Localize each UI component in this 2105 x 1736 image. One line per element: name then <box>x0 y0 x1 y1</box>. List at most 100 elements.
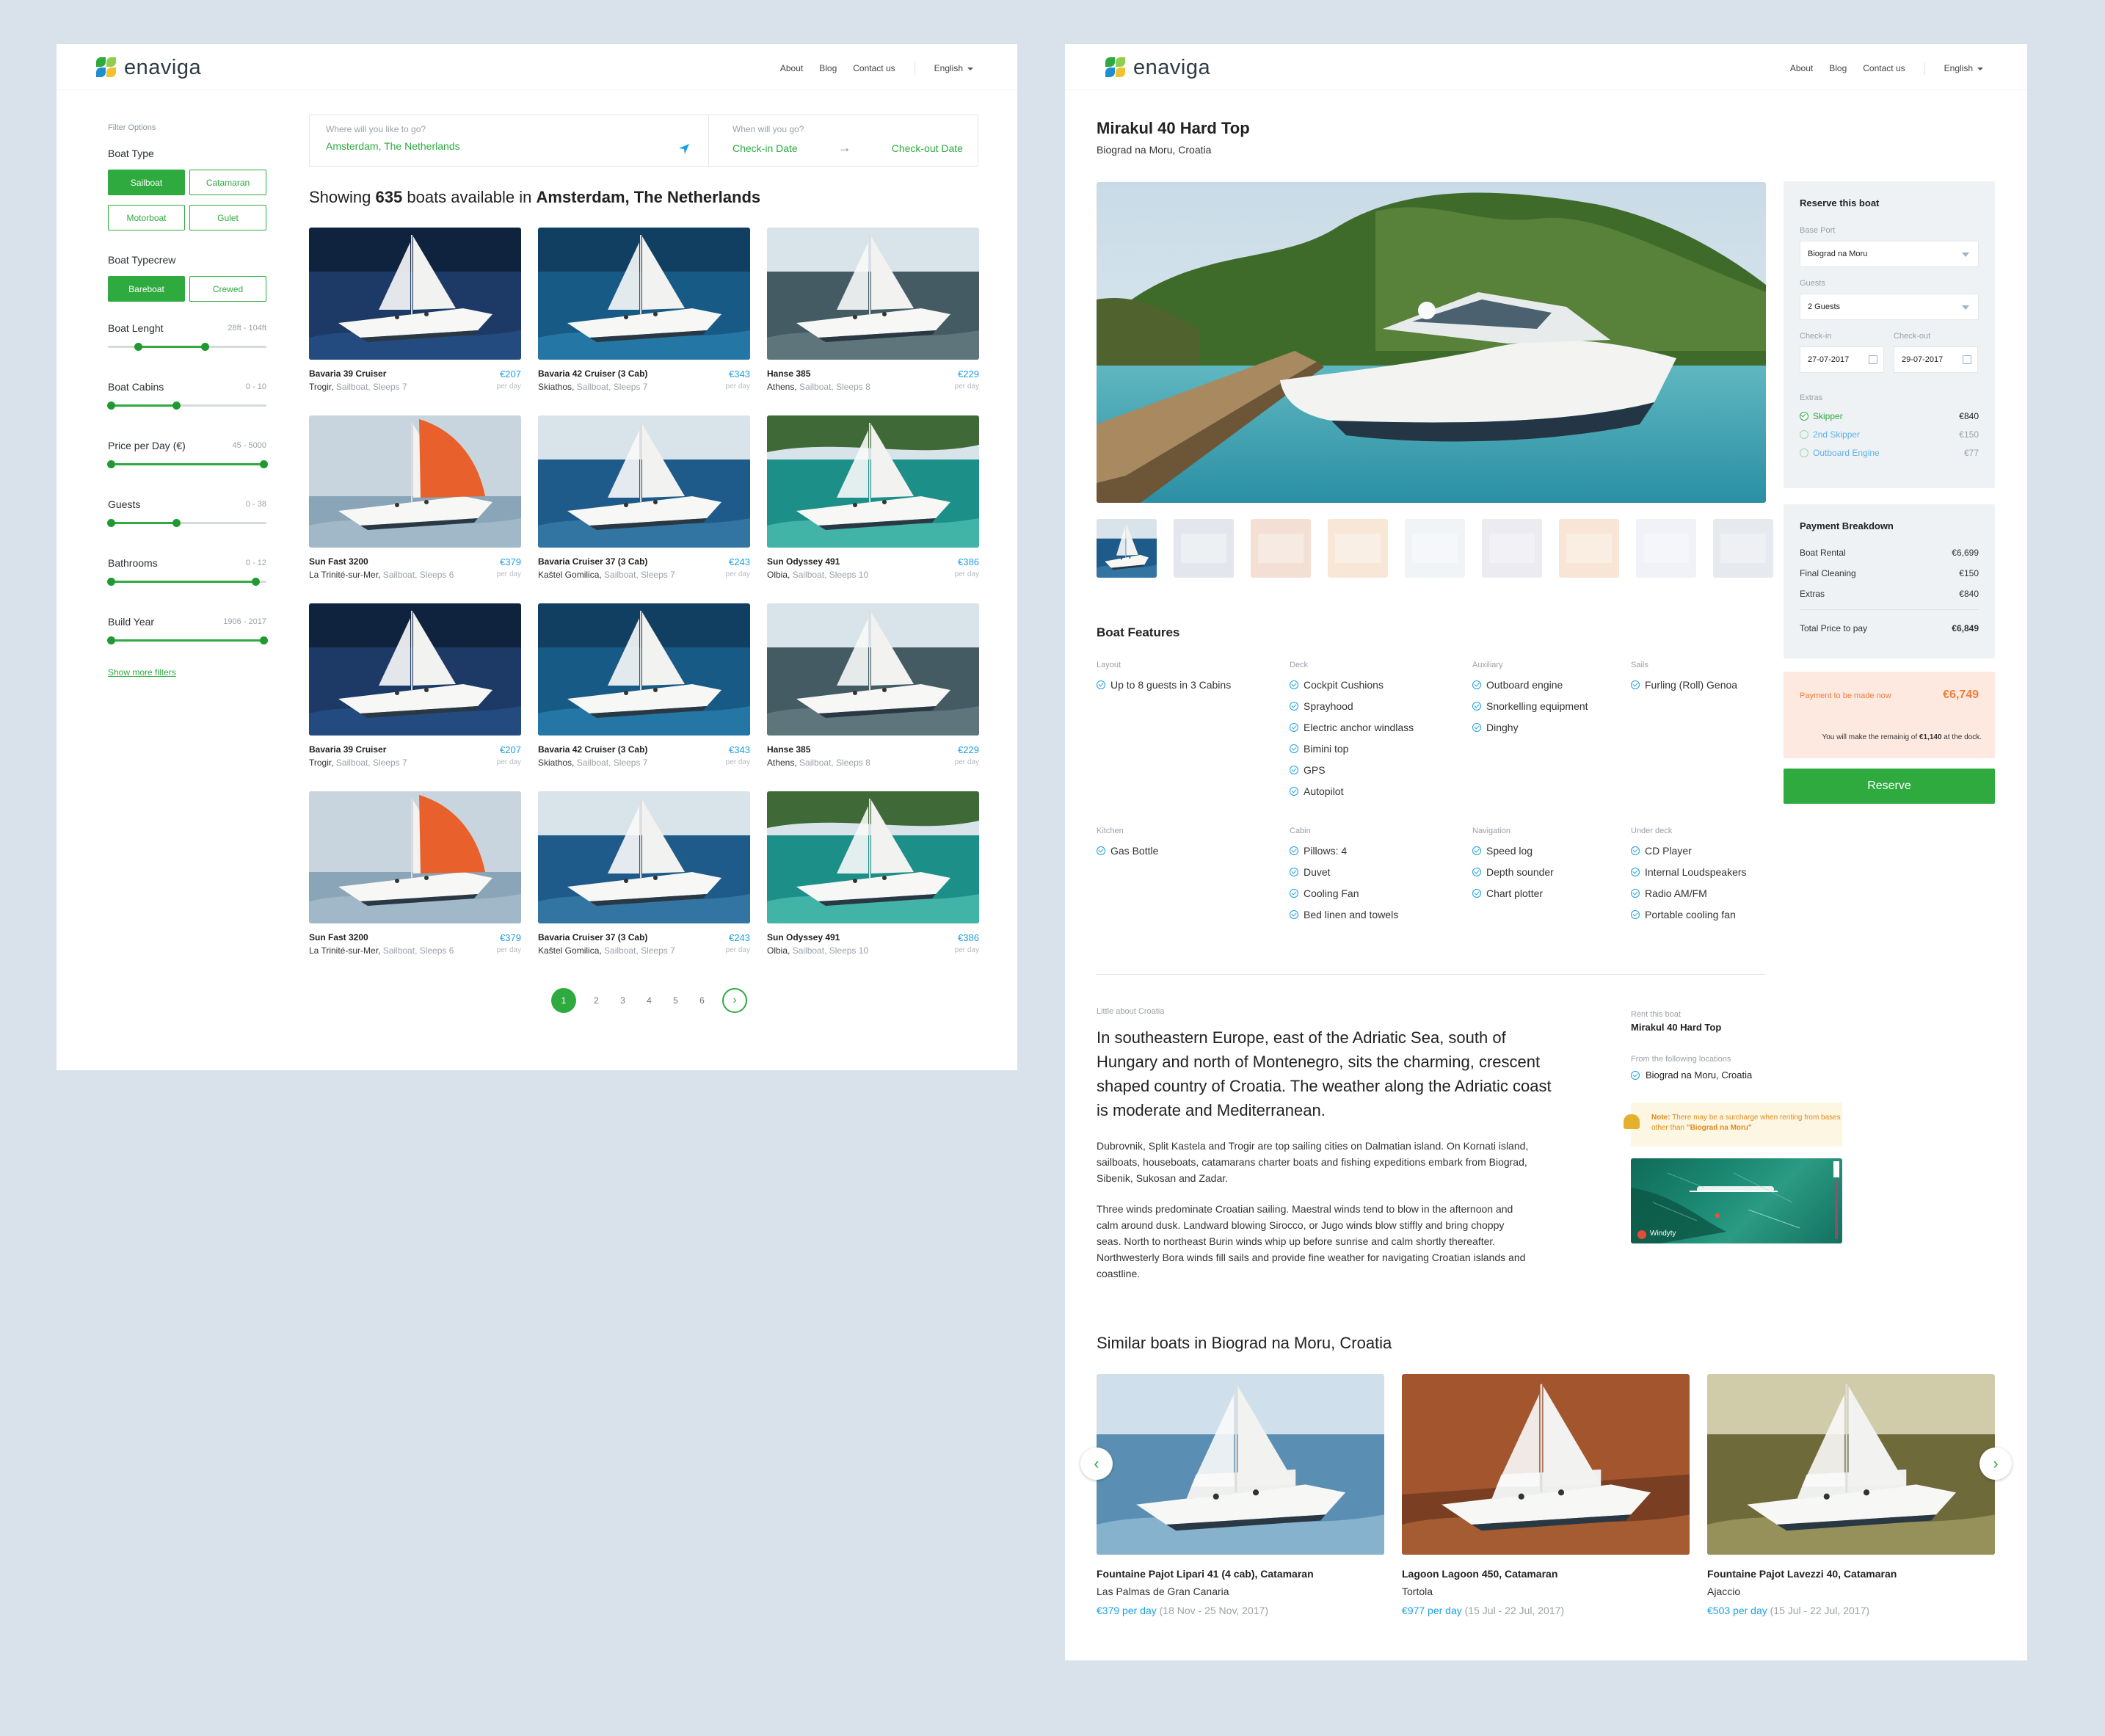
page-5[interactable]: 5 <box>669 995 682 1006</box>
boat-name[interactable]: Bavaria 42 Cruiser (3 Cab) <box>538 744 647 755</box>
boat-photo[interactable] <box>309 415 521 548</box>
carousel-next-button[interactable]: › <box>1979 1448 2012 1480</box>
slider-handle-min[interactable] <box>107 460 116 468</box>
similar-boat-card[interactable]: Fountaine Pajot Lavezzi 40, Catamaran Aj… <box>1707 1374 1995 1616</box>
nav-contact[interactable]: Contact us <box>1863 63 1905 73</box>
boat-name[interactable]: Sun Odyssey 491 <box>767 932 868 943</box>
boat-photo[interactable] <box>538 603 750 736</box>
similar-boat-card[interactable]: Fountaine Pajot Lipari 41 (4 cab), Catam… <box>1097 1374 1384 1616</box>
page-1[interactable]: 1 <box>551 988 576 1013</box>
photo-thumbnail[interactable] <box>1097 519 1157 578</box>
slider-handle-max[interactable] <box>200 343 209 351</box>
chip-gulet[interactable]: Gulet <box>189 205 266 230</box>
similar-boat-name[interactable]: Fountaine Pajot Lipari 41 (4 cab), Catam… <box>1097 1568 1384 1580</box>
extra-option[interactable]: 2nd Skipper €150 <box>1800 429 1979 440</box>
range-slider[interactable] <box>107 460 268 468</box>
location-arrow-icon[interactable] <box>678 143 690 155</box>
boat-photo[interactable] <box>538 415 750 548</box>
carousel-prev-button[interactable]: ‹ <box>1080 1448 1113 1480</box>
show-more-filters-link[interactable]: Show more filters <box>108 667 266 678</box>
photo-thumbnail[interactable] <box>1405 519 1465 578</box>
boat-card[interactable]: Bavaria 39 Cruiser Trogir, Sailboat, Sle… <box>309 603 521 791</box>
checkin-input[interactable]: 27-07-2017 <box>1800 346 1884 373</box>
page-3[interactable]: 3 <box>617 995 629 1006</box>
boat-card[interactable]: Bavaria Cruiser 37 (3 Cab) Kaštel Gomili… <box>538 791 750 979</box>
nav-about[interactable]: About <box>780 63 803 73</box>
boat-photo[interactable] <box>767 791 979 923</box>
nav-contact[interactable]: Contact us <box>853 63 895 73</box>
boat-card[interactable]: Bavaria 42 Cruiser (3 Cab) Skiathos, Sai… <box>538 228 750 415</box>
slider-handle-max[interactable] <box>259 636 268 644</box>
similar-boat-name[interactable]: Lagoon Lagoon 450, Catamaran <box>1402 1568 1690 1580</box>
destination-input[interactable]: Amsterdam, The Netherlands <box>326 140 708 152</box>
boat-photo[interactable] <box>767 603 979 736</box>
boat-card[interactable]: Sun Odyssey 491 Olbia, Sailboat, Sleeps … <box>767 415 979 603</box>
boat-card[interactable]: Sun Fast 3200 La Trinité-sur-Mer, Sailbo… <box>309 415 521 603</box>
similar-boat-card[interactable]: Lagoon Lagoon 450, Catamaran Tortola €97… <box>1402 1374 1690 1616</box>
photo-thumbnail[interactable] <box>1482 519 1542 578</box>
boat-name[interactable]: Bavaria 39 Cruiser <box>309 744 407 755</box>
extra-option[interactable]: Skipper €840 <box>1800 411 1979 421</box>
base-port-select[interactable]: Biograd na Moru <box>1800 241 1979 267</box>
language-select[interactable]: English <box>1944 63 1983 73</box>
boat-photo[interactable] <box>767 415 979 548</box>
boat-name[interactable]: Sun Fast 3200 <box>309 932 454 943</box>
boat-card[interactable]: Bavaria 39 Cruiser Trogir, Sailboat, Sle… <box>309 228 521 415</box>
range-slider[interactable] <box>107 402 266 410</box>
boat-name[interactable]: Bavaria 39 Cruiser <box>309 368 407 379</box>
next-page-button[interactable]: › <box>722 988 747 1013</box>
boat-card[interactable]: Sun Fast 3200 La Trinité-sur-Mer, Sailbo… <box>309 791 521 979</box>
similar-boat-photo[interactable] <box>1097 1374 1384 1555</box>
boat-card[interactable]: Hanse 385 Athens, Sailboat, Sleeps 8 €22… <box>767 228 979 415</box>
slider-handle-min[interactable] <box>107 636 116 644</box>
similar-boat-photo[interactable] <box>1707 1374 1995 1555</box>
checkin-input[interactable]: Check-in Date <box>732 142 798 154</box>
logo[interactable]: enaviga <box>96 56 201 80</box>
boat-name[interactable]: Bavaria 42 Cruiser (3 Cab) <box>538 368 647 379</box>
similar-boat-photo[interactable] <box>1402 1374 1690 1555</box>
chip-bareboat[interactable]: Bareboat <box>108 276 185 302</box>
range-slider[interactable] <box>107 578 266 586</box>
chip-motorboat[interactable]: Motorboat <box>108 205 185 230</box>
photo-thumbnail[interactable] <box>1636 519 1696 578</box>
boat-name[interactable]: Bavaria Cruiser 37 (3 Cab) <box>538 932 675 943</box>
boat-photo[interactable] <box>538 228 750 360</box>
checkout-input[interactable]: Check-out Date <box>892 142 963 154</box>
slider-handle-min[interactable] <box>107 519 116 527</box>
range-slider[interactable] <box>107 636 268 644</box>
slider-handle-max[interactable] <box>172 519 181 527</box>
destination-field[interactable]: Where will you like to go? Amsterdam, Th… <box>326 124 708 152</box>
slider-handle-min[interactable] <box>107 402 116 410</box>
boat-card[interactable]: Bavaria 42 Cruiser (3 Cab) Skiathos, Sai… <box>538 603 750 791</box>
nav-blog[interactable]: Blog <box>1829 63 1847 73</box>
slider-handle-max[interactable] <box>172 402 181 410</box>
radio-icon[interactable] <box>1800 448 1808 457</box>
boat-card[interactable]: Hanse 385 Athens, Sailboat, Sleeps 8 €22… <box>767 603 979 791</box>
language-select[interactable]: English <box>934 63 973 73</box>
range-slider[interactable] <box>108 343 266 351</box>
slider-handle-max[interactable] <box>259 460 268 468</box>
boat-name[interactable]: Hanse 385 <box>767 744 870 755</box>
photo-thumbnail[interactable] <box>1174 519 1234 578</box>
chip-catamaran[interactable]: Catamaran <box>189 170 266 195</box>
boat-name[interactable]: Sun Odyssey 491 <box>767 556 868 567</box>
boat-name[interactable]: Hanse 385 <box>767 368 870 379</box>
photo-thumbnail[interactable] <box>1559 519 1619 578</box>
boat-photo[interactable] <box>538 791 750 923</box>
guests-select[interactable]: 2 Guests <box>1800 294 1979 320</box>
boat-name[interactable]: Sun Fast 3200 <box>309 556 454 567</box>
page-2[interactable]: 2 <box>590 995 603 1006</box>
boat-photo[interactable] <box>767 228 979 360</box>
reserve-button[interactable]: Reserve <box>1784 769 1995 804</box>
chip-sailboat[interactable]: Sailboat <box>108 170 185 195</box>
page-6[interactable]: 6 <box>696 995 708 1006</box>
slider-handle-max[interactable] <box>251 578 260 586</box>
logo[interactable]: enaviga <box>1105 56 1210 80</box>
page-4[interactable]: 4 <box>643 995 655 1006</box>
check-circle-icon[interactable] <box>1800 412 1808 421</box>
boat-photo[interactable] <box>309 603 521 736</box>
photo-thumbnail[interactable] <box>1713 519 1773 578</box>
extra-option[interactable]: Outboard Engine €77 <box>1800 448 1979 458</box>
checkout-input[interactable]: 29-07-2017 <box>1894 346 1978 373</box>
slider-handle-min[interactable] <box>134 343 143 351</box>
